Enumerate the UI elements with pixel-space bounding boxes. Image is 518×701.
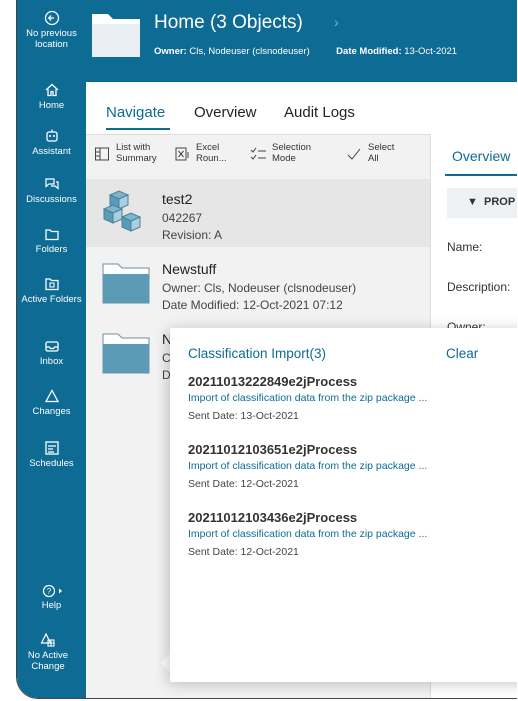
sidebar-item-assistant[interactable]: Assistant bbox=[17, 128, 86, 157]
item-name: Newstuff bbox=[162, 261, 217, 277]
help-icon: ? bbox=[42, 584, 62, 598]
inbox-icon bbox=[44, 341, 59, 352]
sidebar-item-back[interactable]: No previous location bbox=[17, 10, 86, 50]
folder-icon bbox=[102, 333, 150, 374]
tab-overview-details[interactable]: Overview bbox=[452, 148, 510, 164]
sidebar-item-label: Inbox bbox=[39, 356, 64, 367]
notification-item[interactable]: 20211012103651e2jProcess Import of class… bbox=[188, 442, 508, 490]
sidebar-item-inbox[interactable]: Inbox bbox=[17, 338, 86, 367]
notification-popup: Classification Import(3) Clear 202110132… bbox=[170, 328, 517, 682]
list-with-summary-label: List with Summary bbox=[116, 142, 157, 164]
tab-overview[interactable]: Overview bbox=[194, 104, 257, 121]
active-folders-icon bbox=[44, 278, 59, 291]
date-modified-value: 13-Oct-2021 bbox=[404, 46, 458, 57]
collapse-triangle-icon: ▼ bbox=[467, 196, 478, 208]
sidebar-item-label: Home bbox=[38, 100, 65, 111]
selection-mode-label: Selection Mode bbox=[272, 142, 312, 164]
properties-section-header[interactable]: ▼ PROP bbox=[447, 188, 517, 218]
item-name: test2 bbox=[162, 191, 193, 207]
selection-mode-icon bbox=[250, 147, 266, 160]
notification-date: Sent Date: 12-Oct-2021 bbox=[188, 478, 299, 490]
folder-icon bbox=[92, 14, 140, 57]
discussions-icon bbox=[44, 178, 59, 190]
folder-icon bbox=[44, 229, 59, 241]
notification-title: 20211012103651e2jProcess bbox=[188, 442, 358, 457]
sidebar-item-label: Assistant bbox=[32, 146, 71, 157]
item-id: 042267 bbox=[162, 211, 203, 225]
tab-bar: Navigate Overview Audit Logs bbox=[86, 82, 517, 134]
sidebar-item-schedules[interactable]: Schedules bbox=[17, 440, 86, 469]
active-tab-indicator bbox=[106, 128, 170, 130]
back-icon bbox=[44, 10, 59, 26]
app-window: No previous location Home Assistant Disc… bbox=[16, 0, 517, 699]
notification-date: Sent Date: 12-Oct-2021 bbox=[188, 546, 299, 558]
sidebar-item-label: Folders bbox=[35, 244, 68, 255]
assistant-icon bbox=[45, 129, 58, 142]
sidebar-item-home[interactable]: Home bbox=[17, 82, 86, 111]
excel-icon bbox=[175, 147, 189, 161]
clear-button[interactable]: Clear bbox=[446, 346, 478, 361]
sidebar-item-label: No previous location bbox=[26, 28, 77, 50]
notification-description[interactable]: Import of classification data from the z… bbox=[188, 528, 508, 540]
sidebar-item-no-active-change[interactable]: No Active Change bbox=[17, 632, 79, 672]
sidebar-item-help[interactable]: ? Help bbox=[17, 584, 86, 611]
sidebar-item-label: Help bbox=[41, 600, 62, 611]
active-tab-indicator bbox=[445, 174, 517, 176]
svg-text:?: ? bbox=[46, 587, 51, 596]
notification-title: 20211013222849e2jProcess bbox=[188, 374, 358, 389]
sidebar-item-label: Schedules bbox=[29, 458, 74, 469]
sidebar-item-label: No Active Change bbox=[27, 650, 69, 672]
tab-audit-logs[interactable]: Audit Logs bbox=[284, 104, 355, 121]
notification-date: Sent Date: 13-Oct-2021 bbox=[188, 410, 299, 422]
toolbar: List with Summary Excel Roun... Selectio… bbox=[86, 134, 430, 176]
item-cubes-icon bbox=[102, 190, 142, 232]
sidebar-item-label: Active Folders bbox=[21, 294, 82, 305]
sidebar-item-label: Changes bbox=[32, 406, 71, 417]
item-revision: Revision: A bbox=[162, 228, 223, 242]
item-date-modified: Date Modified: 12-Oct-2021 07:12 bbox=[162, 298, 343, 312]
list-item[interactable]: Newstuff Owner: Cls, Nodeuser (clsnodeus… bbox=[86, 251, 430, 319]
date-modified-label: Date Modified: bbox=[336, 46, 402, 57]
chevron-right-icon[interactable]: › bbox=[334, 14, 339, 30]
no-active-change-icon bbox=[40, 632, 55, 647]
list-summary-icon bbox=[95, 147, 109, 161]
name-field-label: Name: bbox=[447, 240, 483, 254]
folder-icon bbox=[102, 263, 150, 304]
owner-label: Owner: bbox=[154, 46, 187, 57]
sidebar-item-folders[interactable]: Folders bbox=[17, 226, 86, 255]
popup-title: Classification Import(3) bbox=[188, 346, 327, 361]
sidebar-item-label: Discussions bbox=[26, 194, 77, 205]
list-item[interactable]: test2 042267 Revision: A bbox=[86, 179, 430, 247]
notification-description[interactable]: Import of classification data from the z… bbox=[188, 460, 508, 472]
header-meta: Owner: Cls, Nodeuser (clsnodeuser) Date … bbox=[154, 46, 457, 57]
excel-label: Excel Roun... bbox=[196, 142, 227, 164]
notification-item[interactable]: 20211013222849e2jProcess Import of class… bbox=[188, 374, 508, 422]
properties-section-label: PROP bbox=[484, 196, 516, 208]
notification-title: 20211012103436e2jProcess bbox=[188, 510, 358, 525]
checkmark-icon bbox=[347, 148, 361, 160]
home-icon bbox=[45, 83, 58, 97]
sidebar-item-changes[interactable]: Changes bbox=[17, 388, 86, 417]
notification-item[interactable]: 20211012103436e2jProcess Import of class… bbox=[188, 510, 508, 558]
item-owner: Owner: Cls, Nodeuser (clsnodeuser) bbox=[162, 281, 357, 295]
schedules-icon bbox=[44, 441, 59, 455]
notification-description[interactable]: Import of classification data from the z… bbox=[188, 392, 508, 404]
header: Home (3 Objects) › Owner: Cls, Nodeuser … bbox=[86, 0, 517, 82]
sidebar: No previous location Home Assistant Disc… bbox=[17, 0, 86, 698]
select-all-label: Select All bbox=[368, 142, 395, 164]
sidebar-item-active-folders[interactable]: Active Folders bbox=[17, 276, 86, 305]
tab-navigate[interactable]: Navigate bbox=[106, 104, 165, 121]
sidebar-item-discussions[interactable]: Discussions bbox=[17, 176, 86, 205]
description-field-label: Description: bbox=[447, 280, 511, 294]
page-title: Home (3 Objects) bbox=[154, 12, 303, 33]
changes-icon bbox=[44, 389, 59, 403]
owner-value: Cls, Nodeuser (clsnodeuser) bbox=[189, 46, 310, 57]
